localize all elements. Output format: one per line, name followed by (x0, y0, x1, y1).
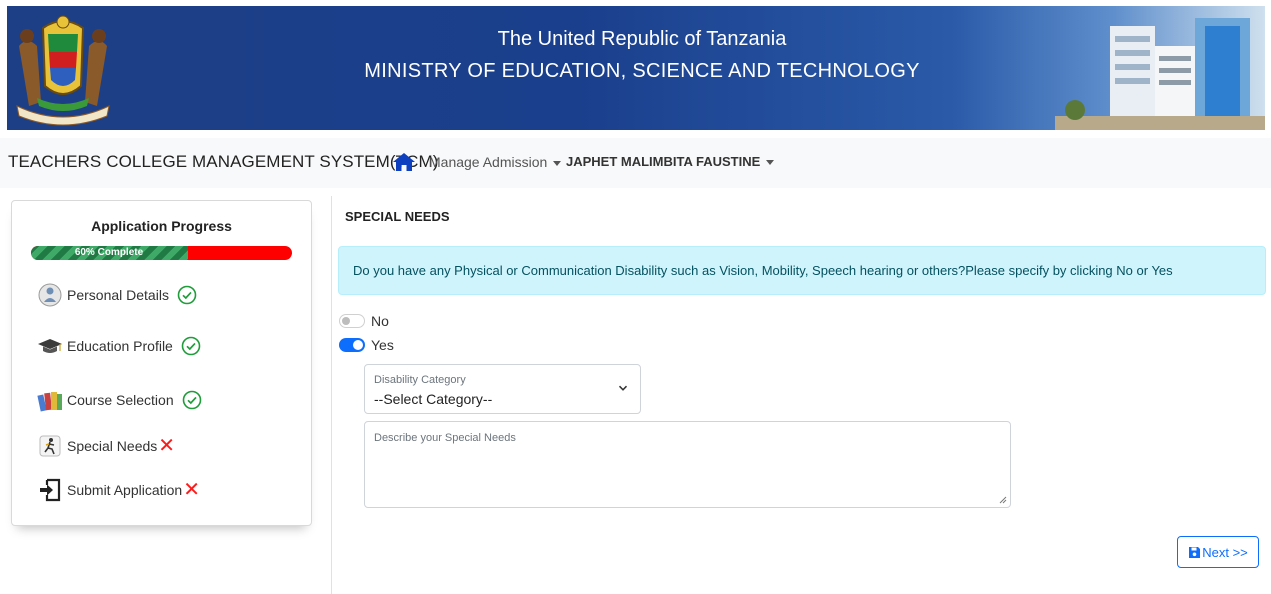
disability-category-select[interactable]: Disability Category --Select Category-- (364, 364, 641, 414)
option-no-label: No (371, 313, 389, 329)
step-special-needs[interactable]: Special Needs ✕ (37, 433, 175, 459)
manage-admission-label: Manage Admission (429, 154, 548, 170)
step-personal-details[interactable]: Personal Details (37, 282, 197, 308)
step-label: Personal Details (67, 287, 169, 303)
option-no[interactable]: No (339, 313, 389, 329)
check-circle-icon (177, 285, 197, 305)
no-toggle-switch[interactable] (339, 314, 365, 328)
special-needs-description-textarea[interactable]: Describe your Special Needs (364, 421, 1011, 508)
check-circle-icon (181, 336, 201, 356)
home-icon[interactable] (392, 152, 416, 172)
header-banner: The United Republic of Tanzania MINISTRY… (7, 6, 1265, 130)
step-label: Submit Application (67, 482, 183, 498)
save-icon (1189, 546, 1201, 558)
x-mark-icon: ✕ (158, 435, 176, 457)
progress-label: 60% Complete (74, 247, 144, 258)
next-button-label: Next >> (1202, 544, 1248, 560)
header-titles: The United Republic of Tanzania MINISTRY… (327, 24, 957, 88)
step-label: Special Needs (67, 438, 158, 454)
navbar: TEACHERS COLLEGE MANAGEMENT SYSTEM(TCM) … (0, 138, 1271, 188)
user-name: JAPHET MALIMBITA FAUSTINE (566, 154, 761, 169)
coat-of-arms-icon (7, 6, 119, 130)
progress-bar-track: 60% Complete (31, 246, 292, 260)
chevron-down-icon (618, 385, 628, 391)
option-yes[interactable]: Yes (339, 337, 394, 353)
disability-category-value: --Select Category-- (374, 391, 493, 407)
header-ministry: MINISTRY OF EDUCATION, SCIENCE AND TECHN… (364, 60, 920, 82)
option-yes-label: Yes (371, 337, 394, 353)
sign-in-icon (40, 478, 61, 502)
person-icon (38, 283, 62, 307)
step-label: Course Selection (67, 392, 174, 408)
books-icon (37, 392, 62, 412)
chevron-down-icon (553, 160, 562, 166)
step-label: Education Profile (67, 338, 173, 354)
chevron-down-icon (766, 160, 775, 166)
section-title: SPECIAL NEEDS (345, 209, 450, 224)
brand-title[interactable]: TEACHERS COLLEGE MANAGEMENT SYSTEM(TCM) (8, 152, 439, 172)
disability-category-label: Disability Category (374, 374, 466, 386)
info-alert: Do you have any Physical or Communicatio… (338, 246, 1266, 295)
ministry-building-image (1055, 18, 1265, 130)
yes-toggle-switch[interactable] (339, 338, 365, 352)
resize-grip-icon[interactable] (999, 496, 1007, 504)
step-education-profile[interactable]: Education Profile (37, 333, 201, 359)
step-submit-application[interactable]: Submit Application ✕ (37, 477, 200, 503)
accessibility-icon (39, 435, 61, 457)
progress-card-title: Application Progress (91, 218, 232, 234)
header-country: The United Republic of Tanzania (497, 28, 787, 50)
x-mark-icon: ✕ (183, 479, 200, 501)
graduation-cap-icon (38, 339, 62, 353)
step-course-selection[interactable]: Course Selection (37, 387, 202, 413)
check-circle-icon (182, 390, 201, 410)
special-needs-description-label: Describe your Special Needs (374, 432, 516, 444)
next-button[interactable]: Next >> (1177, 536, 1259, 568)
application-progress-card: Application Progress 60% Complete Person… (11, 200, 312, 526)
user-menu[interactable]: JAPHET MALIMBITA FAUSTINE (566, 154, 775, 169)
column-divider (331, 196, 332, 594)
manage-admission-menu[interactable]: Manage Admission (429, 154, 562, 170)
